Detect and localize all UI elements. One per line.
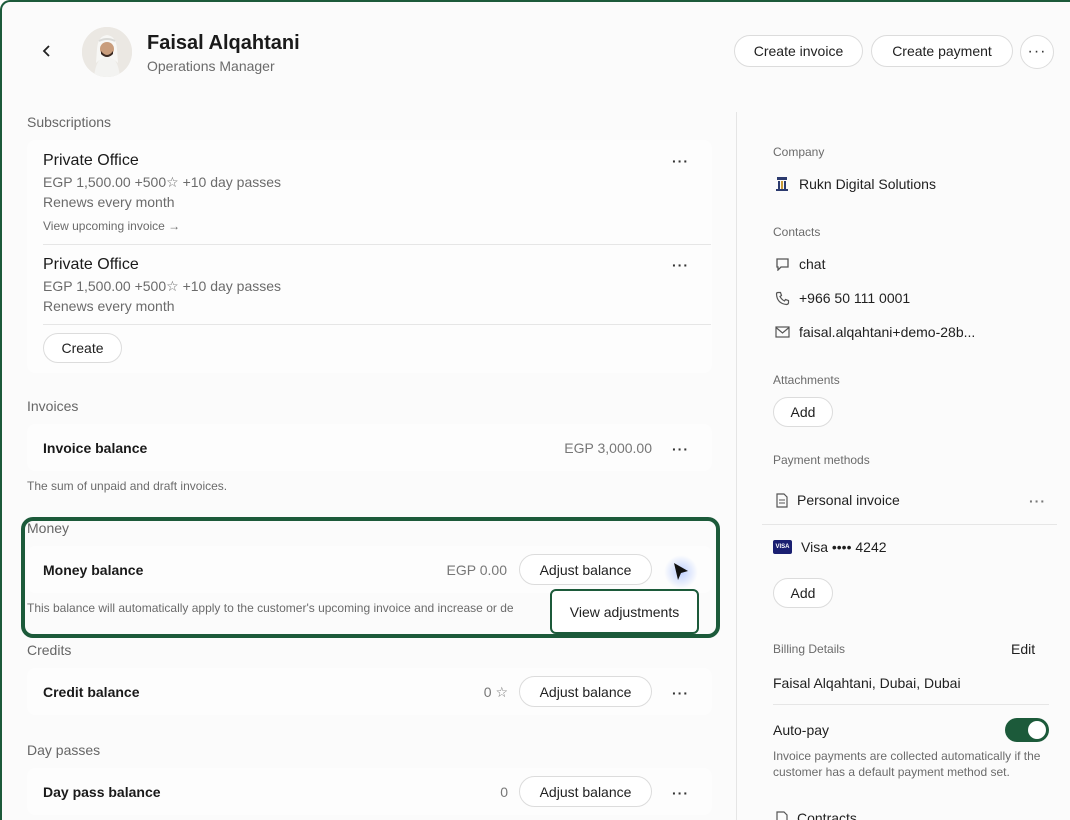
document-icon xyxy=(773,810,791,820)
credit-balance-value: 0 ☆ xyxy=(483,684,508,700)
column-separator xyxy=(736,112,737,820)
phone-icon xyxy=(773,291,791,306)
autopay-label: Auto-pay xyxy=(773,722,830,738)
adjust-money-balance-button[interactable]: Adjust balance xyxy=(519,554,652,585)
subscription-more-icon[interactable]: ··· xyxy=(672,257,689,273)
toggle-knob xyxy=(1028,721,1046,739)
subscriptions-heading: Subscriptions xyxy=(27,114,112,130)
more-options-icon[interactable]: ··· xyxy=(1020,35,1054,69)
payment-method-visa[interactable]: VISA Visa •••• 4242 xyxy=(773,539,887,555)
personal-invoice-label: Personal invoice xyxy=(797,492,900,508)
divider xyxy=(43,324,711,325)
money-balance-note-wrap: This balance will automatically apply to… xyxy=(27,601,552,617)
contact-phone[interactable]: +966 50 111 0001 xyxy=(773,290,910,306)
day-pass-balance-label: Day pass balance xyxy=(43,784,161,800)
subscription-more-icon[interactable]: ··· xyxy=(672,153,689,169)
invoice-balance-note: The sum of unpaid and draft invoices. xyxy=(27,479,228,493)
money-balance-label: Money balance xyxy=(43,562,144,578)
credit-balance-label: Credit balance xyxy=(43,684,140,700)
edit-billing-link[interactable]: Edit xyxy=(1011,641,1035,657)
day-pass-more-icon[interactable]: ··· xyxy=(672,785,689,801)
subscription-renewal: Renews every month xyxy=(43,298,175,314)
payment-method-more-icon[interactable]: ··· xyxy=(1029,493,1046,509)
subscription-price: EGP 1,500.00 +500☆ +10 day passes xyxy=(43,174,282,190)
avatar xyxy=(82,27,132,77)
contracts-label: Contracts xyxy=(797,810,857,820)
view-adjustments-menu[interactable]: View adjustments xyxy=(550,589,699,634)
view-upcoming-invoice-link[interactable]: View upcoming invoice → xyxy=(43,219,180,233)
company-name: Rukn Digital Solutions xyxy=(799,176,936,192)
attachments-label: Attachments xyxy=(773,373,840,387)
customer-role: Operations Manager xyxy=(147,58,275,74)
subscription-price: EGP 1,500.00 +500☆ +10 day passes xyxy=(43,278,282,294)
add-payment-method-button[interactable]: Add xyxy=(773,578,833,608)
invoices-heading: Invoices xyxy=(27,398,79,414)
subscription-name: Private Office xyxy=(43,152,139,169)
autopay-toggle[interactable] xyxy=(1005,718,1049,742)
contact-chat[interactable]: chat xyxy=(773,256,825,272)
divider xyxy=(43,244,711,245)
company-label: Company xyxy=(773,145,825,159)
contact-email[interactable]: faisal.alqahtani+demo-28b... xyxy=(773,324,975,340)
credits-heading: Credits xyxy=(27,642,72,658)
chat-label: chat xyxy=(799,256,826,272)
customer-name: Faisal Alqahtani xyxy=(147,32,300,54)
credit-more-icon[interactable]: ··· xyxy=(672,685,689,701)
invoice-balance-value: EGP 3,000.00 xyxy=(564,440,652,456)
visa-card-icon: VISA xyxy=(773,540,792,554)
invoice-balance-label: Invoice balance xyxy=(43,440,148,456)
payment-methods-label: Payment methods xyxy=(773,453,870,467)
adjust-credit-balance-button[interactable]: Adjust balance xyxy=(519,676,652,707)
customer-page: Faisal Alqahtani Operations Manager Crea… xyxy=(0,0,1070,820)
day-pass-balance-value: 0 xyxy=(500,784,508,800)
chat-icon xyxy=(773,257,791,271)
money-balance-note: This balance will automatically apply to… xyxy=(27,601,514,615)
money-balance-value: EGP 0.00 xyxy=(446,562,507,578)
subscription-name: Private Office xyxy=(43,256,139,273)
divider xyxy=(773,704,1049,705)
invoice-more-icon[interactable]: ··· xyxy=(672,441,689,457)
divider xyxy=(762,524,1057,525)
mouse-cursor-icon xyxy=(664,555,698,589)
payment-method-personal-invoice[interactable]: Personal invoice xyxy=(773,492,900,508)
day-passes-heading: Day passes xyxy=(27,742,101,758)
create-payment-button[interactable]: Create payment xyxy=(871,35,1013,67)
add-attachment-button[interactable]: Add xyxy=(773,397,833,427)
visa-label: Visa •••• 4242 xyxy=(801,539,887,555)
subscription-renewal: Renews every month xyxy=(43,194,175,210)
create-invoice-button[interactable]: Create invoice xyxy=(734,35,863,67)
adjust-day-pass-balance-button[interactable]: Adjust balance xyxy=(519,776,652,807)
back-arrow-icon[interactable] xyxy=(36,40,58,62)
money-heading: Money xyxy=(27,520,70,536)
company-link[interactable]: Rukn Digital Solutions xyxy=(773,176,936,192)
company-logo-icon xyxy=(773,176,791,192)
phone-number: +966 50 111 0001 xyxy=(799,290,911,306)
contracts-link[interactable]: Contracts xyxy=(773,810,857,820)
billing-details-label: Billing Details xyxy=(773,642,846,656)
view-adjustments-option[interactable]: View adjustments xyxy=(570,604,679,620)
billing-details-value: Faisal Alqahtani, Dubai, Dubai xyxy=(773,675,961,691)
contacts-label: Contacts xyxy=(773,225,821,239)
document-icon xyxy=(773,492,791,508)
mail-icon xyxy=(773,326,791,338)
email-address: faisal.alqahtani+demo-28b... xyxy=(799,324,976,340)
create-subscription-button[interactable]: Create xyxy=(43,333,122,363)
autopay-note: Invoice payments are collected automatic… xyxy=(773,749,1041,779)
